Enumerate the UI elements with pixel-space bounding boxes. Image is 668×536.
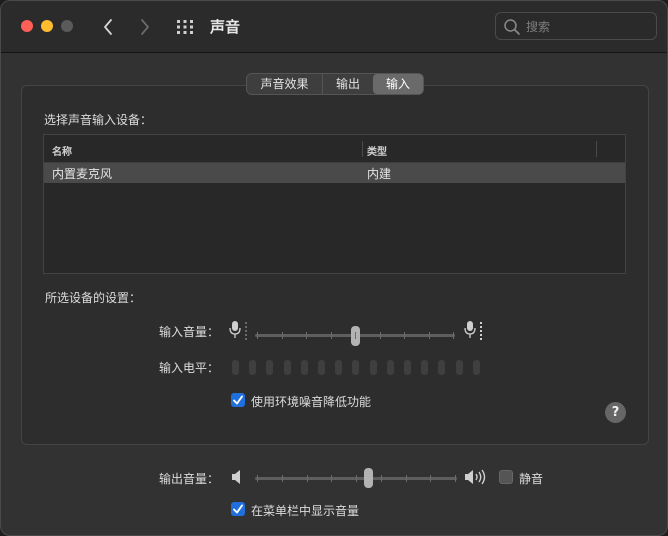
checkmark-icon (233, 504, 243, 514)
help-button[interactable]: ? (605, 402, 626, 423)
settings-section-label: 所选设备的设置： (45, 291, 142, 305)
window-title: 声音 (210, 18, 241, 36)
search-field[interactable] (495, 12, 657, 40)
level-meter-bar (421, 360, 429, 375)
slider-tick (405, 475, 407, 482)
input-device-table[interactable]: 名称 类型 内置麦克风 内建 (43, 134, 626, 274)
tab-sound-effects[interactable]: 声音效果 (247, 74, 323, 94)
show-all-button[interactable] (176, 19, 194, 35)
minimize-button[interactable] (41, 20, 53, 32)
output-volume-label: 输出音量： (159, 472, 220, 486)
slider-tick (281, 475, 283, 482)
input-level-label: 输入电平： (159, 361, 220, 375)
table-row[interactable]: 内置麦克风 内建 (44, 163, 625, 183)
slider-tick (430, 475, 432, 482)
noise-reduction-label[interactable]: 使用环境噪音降低功能 (251, 393, 371, 410)
level-meter-bar (369, 360, 377, 375)
output-volume-slider-knob[interactable] (363, 468, 373, 488)
microphone-low-icon (229, 321, 247, 340)
close-button[interactable] (21, 20, 33, 32)
chevron-right-icon (141, 19, 149, 35)
device-name-cell: 内置麦克风 (52, 167, 113, 181)
show-volume-in-menubar-checkbox[interactable] (231, 502, 245, 516)
column-divider (362, 141, 363, 157)
mute-checkbox[interactable] (499, 470, 513, 484)
chevron-left-icon (104, 19, 112, 35)
slider-tick (306, 475, 308, 482)
tab-output[interactable]: 输出 (323, 74, 373, 94)
speaker-high-icon (465, 469, 486, 485)
column-divider (596, 141, 597, 157)
checkmark-icon (233, 395, 243, 405)
level-meter-bar (232, 360, 239, 375)
level-meter-bar (352, 360, 360, 375)
level-meter-bar (404, 360, 411, 375)
level-meter-bar (438, 360, 446, 375)
slider-tick (306, 332, 307, 339)
forward-button[interactable] (134, 15, 156, 39)
search-icon (504, 19, 520, 35)
search-input[interactable] (526, 17, 651, 36)
noise-reduction-checkbox[interactable] (231, 393, 245, 407)
level-meter-bar (386, 360, 394, 375)
slider-tick (455, 475, 456, 482)
column-header-type[interactable]: 类型 (367, 143, 387, 158)
slider-tick (355, 332, 356, 339)
slider-tick (404, 332, 405, 339)
slider-tick (428, 332, 430, 339)
grid-icon (177, 20, 193, 34)
slider-tick (380, 475, 382, 482)
device-type-cell: 内建 (367, 167, 392, 181)
tab-bar: 声音效果 输出 输入 (246, 73, 424, 95)
device-section-label: 选择声音输入设备： (44, 113, 153, 127)
level-meter-bar (472, 360, 480, 375)
speaker-low-icon (232, 470, 240, 484)
back-button[interactable] (98, 15, 120, 39)
slider-tick (257, 332, 258, 339)
slider-tick (379, 332, 381, 339)
slider-tick (257, 475, 258, 482)
slider-tick (330, 332, 332, 339)
level-meter-bar (283, 360, 291, 375)
level-meter-bar (266, 360, 274, 375)
level-meter-bar (318, 360, 325, 375)
level-meter-bar (249, 360, 257, 375)
mute-label[interactable]: 静音 (519, 470, 543, 487)
slider-tick (453, 332, 454, 339)
column-header-name[interactable]: 名称 (52, 143, 72, 158)
slider-tick (281, 332, 283, 339)
input-volume-label: 输入音量： (159, 325, 220, 339)
slider-tick (331, 475, 333, 482)
microphone-high-icon (464, 321, 482, 340)
tab-input[interactable]: 输入 (373, 74, 423, 94)
sound-preferences-window: 声音 声音效果 输出 输入 选择声音输入设备： 名称 类型 内置麦克风 内建 所… (0, 0, 668, 536)
level-meter-bar (455, 360, 463, 375)
show-volume-in-menubar-label[interactable]: 在菜单栏中显示音量 (251, 502, 359, 519)
title-bar: 声音 (1, 1, 667, 53)
slider-tick (356, 475, 357, 482)
level-meter-bar (300, 360, 308, 375)
zoom-button[interactable] (61, 20, 73, 32)
table-header: 名称 类型 (44, 135, 625, 163)
level-meter-bar (335, 360, 343, 375)
